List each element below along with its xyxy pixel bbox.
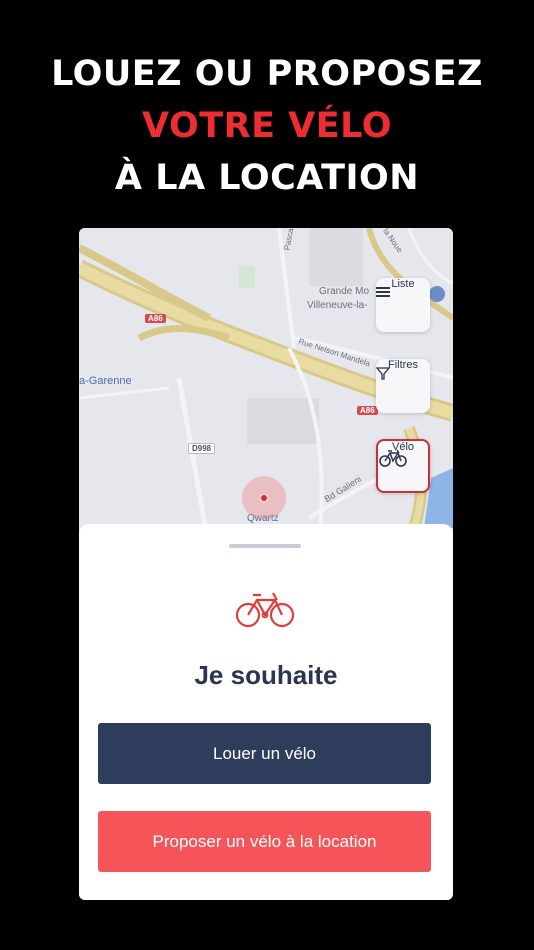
- map-pin[interactable]: [242, 476, 286, 520]
- menu-icon: [376, 287, 390, 297]
- headline-line-3: À LA LOCATION: [114, 158, 420, 198]
- bicycle-icon: [235, 592, 295, 628]
- filters-button[interactable]: Filtres: [376, 359, 430, 413]
- sheet-title: Je souhaite: [194, 660, 338, 690]
- bike-filter-button[interactable]: Vélo: [376, 439, 430, 493]
- sheet-drag-handle[interactable]: [229, 544, 301, 548]
- road-tag-a86: A86: [145, 314, 166, 323]
- road-tag-a86: A86: [357, 406, 378, 415]
- offer-bike-button[interactable]: Proposer un vélo à la location: [98, 811, 431, 872]
- map-label-villeneuve: Villeneuve-la-: [307, 300, 368, 311]
- map-view[interactable]: Grande Mo Villeneuve-la- a-Garenne Rue N…: [79, 228, 453, 548]
- map-label-garenne: a-Garenne: [79, 375, 132, 387]
- headline: LOUEZ OU PROPOSEZ VOTRE VÉLO À LA LOCATI…: [0, 48, 534, 204]
- headline-line-2: VOTRE VÉLO: [142, 106, 392, 146]
- bicycle-icon: [379, 449, 407, 467]
- phone-screen: Grande Mo Villeneuve-la- a-Garenne Rue N…: [79, 228, 453, 900]
- filters-button-label: Filtres: [388, 359, 418, 371]
- road-tag-d998: D998: [188, 443, 216, 454]
- rent-bike-button[interactable]: Louer un vélo: [98, 723, 431, 784]
- list-button[interactable]: Liste: [376, 278, 430, 332]
- map-label-grande: Grande Mo: [319, 286, 370, 297]
- headline-line-1: LOUEZ OU PROPOSEZ: [51, 54, 483, 94]
- bottom-sheet: Je souhaite Louer un vélo Proposer un vé…: [79, 524, 453, 900]
- list-button-label: Liste: [391, 278, 415, 290]
- filter-icon: [376, 367, 390, 380]
